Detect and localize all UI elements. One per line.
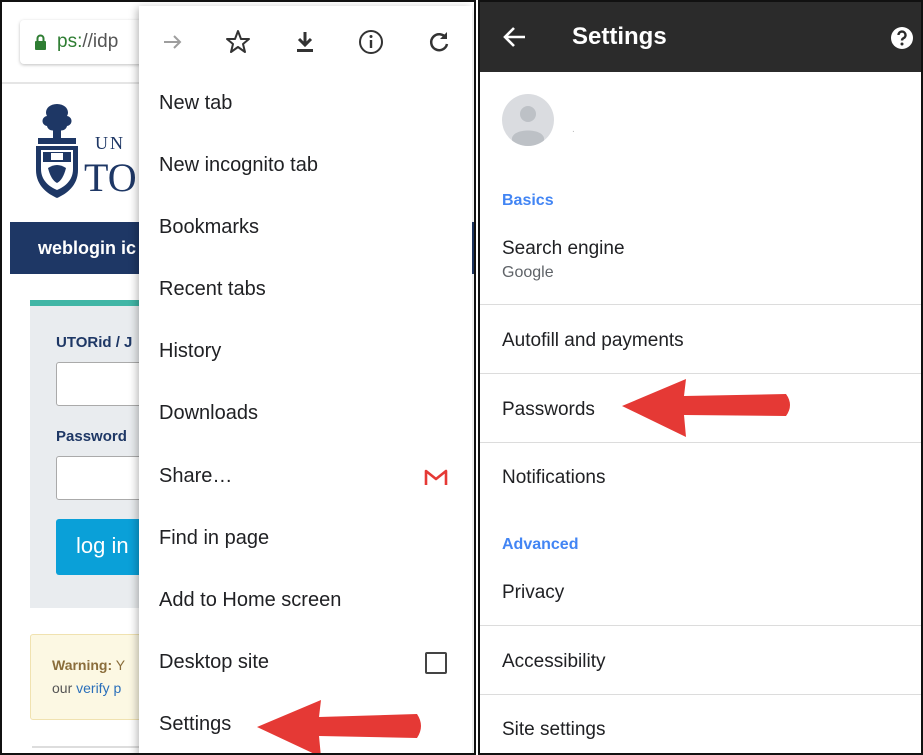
divider (480, 625, 921, 626)
forward-arrow-icon[interactable] (159, 28, 187, 56)
section-header-advanced: Advanced (502, 536, 579, 553)
chrome-overflow-menu: New tab New incognito tab Bookmarks Rece… (139, 6, 472, 753)
back-arrow-icon[interactable] (502, 24, 528, 50)
warning-label: Warning: (52, 657, 113, 673)
settings-item-accessibility[interactable]: Accessibility (502, 651, 605, 673)
site-nav-title: weblogin ic (38, 238, 137, 258)
uoft-logo-line1: UN (95, 133, 125, 153)
menu-item-new-tab[interactable]: New tab (159, 92, 232, 115)
uoft-logo-line2: TO (84, 155, 137, 200)
divider (480, 442, 921, 443)
warning-line2-text: our (52, 680, 77, 696)
right-screenshot-panel: Settings . Basics Search engine Google A… (478, 0, 923, 755)
login-button[interactable]: log in (56, 519, 146, 575)
divider (480, 694, 921, 695)
person-icon (512, 106, 544, 146)
settings-item-search-engine[interactable]: Search engine (502, 238, 625, 260)
menu-icon-row (139, 6, 472, 76)
utorid-label: UTORid / J (56, 334, 133, 351)
settings-item-autofill[interactable]: Autofill and payments (502, 330, 684, 352)
warning-line2: our verify p (52, 680, 121, 696)
menu-item-desktop-site[interactable]: Desktop site (159, 651, 269, 674)
settings-app-bar: Settings (480, 2, 921, 72)
menu-item-add-to-home-screen[interactable]: Add to Home screen (159, 589, 341, 612)
uoft-crest-logo (36, 104, 78, 198)
settings-item-notifications[interactable]: Notifications (502, 467, 606, 489)
download-icon[interactable] (291, 28, 319, 56)
utorid-input[interactable] (56, 362, 146, 406)
settings-item-privacy[interactable]: Privacy (502, 582, 564, 604)
page-title: Settings (572, 23, 667, 50)
warning-text-rest: Y (112, 657, 126, 673)
search-engine-value: Google (502, 264, 554, 281)
url-scheme: ps: (57, 31, 83, 52)
warning-text: Warning: Y (52, 657, 125, 673)
settings-item-site-settings[interactable]: Site settings (502, 719, 606, 741)
account-name: . (572, 124, 575, 135)
annotation-arrow-passwords (622, 379, 790, 437)
settings-item-passwords[interactable]: Passwords (502, 399, 595, 421)
nav-band-edge (472, 222, 474, 274)
url-text[interactable]: ps://idp (57, 31, 118, 53)
verify-link[interactable]: verify p (76, 680, 121, 696)
password-input[interactable] (56, 456, 146, 500)
gmail-icon[interactable] (424, 468, 448, 486)
menu-item-bookmarks[interactable]: Bookmarks (159, 216, 259, 239)
avatar[interactable] (502, 94, 554, 146)
star-icon[interactable] (224, 28, 252, 56)
warning-box (30, 634, 150, 720)
menu-item-share[interactable]: Share… (159, 465, 232, 488)
annotation-arrow-settings (257, 700, 421, 753)
url-host: //idp (82, 31, 119, 52)
info-icon[interactable] (357, 28, 385, 56)
help-icon[interactable] (890, 26, 914, 50)
toolbar-divider (2, 82, 142, 84)
lock-icon (35, 34, 46, 50)
section-header-basics: Basics (502, 192, 554, 209)
menu-item-find-in-page[interactable]: Find in page (159, 527, 269, 550)
desktop-site-checkbox[interactable] (425, 652, 447, 674)
menu-item-new-incognito-tab[interactable]: New incognito tab (159, 154, 318, 177)
menu-item-recent-tabs[interactable]: Recent tabs (159, 278, 266, 301)
menu-item-downloads[interactable]: Downloads (159, 402, 258, 425)
divider (480, 304, 921, 305)
menu-item-history[interactable]: History (159, 340, 221, 363)
divider (480, 373, 921, 374)
menu-item-settings[interactable]: Settings (159, 713, 231, 736)
refresh-icon[interactable] (425, 28, 453, 56)
password-label: Password (56, 428, 127, 445)
left-screenshot-panel: ps://idp UN TO weblogin ic UTORid / J Pa… (0, 0, 476, 755)
bottom-divider (32, 746, 152, 748)
